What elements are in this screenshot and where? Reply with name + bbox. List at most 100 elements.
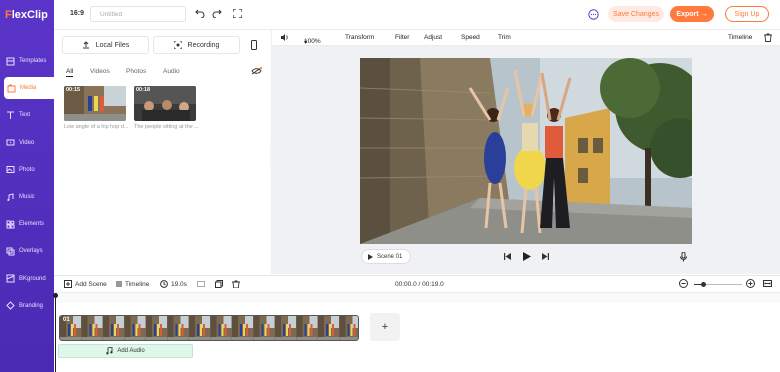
add-clip-button[interactable]: + [370,313,400,341]
sidebar-item-video[interactable]: Video [0,132,54,154]
flexclip-logo[interactable]: FlexClip [5,9,48,21]
sidebar-item-label: Elements [19,221,45,228]
music-icon [6,192,15,202]
video-icon [6,138,15,147]
sidebar-item-templates[interactable]: Templates [0,50,54,72]
sidebar-item-bkground[interactable]: BKground [0,268,54,290]
filmstrip-frame [275,316,296,340]
overlays-icon [6,247,15,256]
play-icon [368,253,373,260]
sidebar-item-photo[interactable]: Photo [0,159,54,181]
video-clip[interactable]: 01 [59,315,359,341]
duplicate-icon[interactable] [215,280,223,288]
export-label: Export [676,10,699,18]
aspect-ratio-button[interactable]: 16:9 [70,10,84,17]
clock-icon [160,280,168,288]
filmstrip-frame [210,316,232,340]
sign-up-button[interactable]: Sign Up [725,6,769,22]
undo-icon[interactable] [195,8,205,18]
sidebar-item-music[interactable]: Music [0,186,54,208]
filmstrip-frame [146,316,167,340]
add-audio-label: Add Audio [117,348,145,354]
zoom-slider-knob[interactable] [701,282,706,287]
tab-audio[interactable]: Audio [163,68,180,75]
microphone-icon[interactable] [680,252,687,262]
fit-timeline-icon[interactable] [763,279,772,288]
filmstrip-frame [339,316,358,340]
media-duration: 00:15 [66,87,81,93]
eye-off-icon[interactable] [251,67,262,75]
split-icon[interactable] [197,280,205,288]
sidebar-item-label: Photo [19,166,35,173]
phone-icon[interactable] [251,40,257,50]
sidebar-item-overlays[interactable]: Overlays [0,240,54,262]
trash-icon[interactable] [764,33,772,42]
media-panel: Local Files Recording All Videos Photos Aud… [54,30,278,274]
upload-icon [82,41,90,49]
sidebar-item-label: Branding [19,302,44,309]
filmstrip-frame [253,316,275,340]
sidebar-item-elements[interactable]: Elements [0,213,54,235]
sidebar-item-media[interactable]: Media [4,77,54,100]
preview-canvas: Scene 01 [272,46,780,274]
clip-number: 01 [63,317,70,323]
timeline-toggle-button[interactable]: Timeline [728,34,752,41]
playhead-handle[interactable] [53,293,58,298]
media-thumbnail[interactable]: 00:18 [134,86,196,121]
add-scene-icon[interactable] [64,280,72,288]
chat-icon[interactable] [588,9,599,20]
timeline-icon [115,280,123,288]
timeline-ruler [54,293,780,303]
arrow-right-icon: → [700,10,708,18]
timeline-button[interactable]: Timeline [125,281,149,288]
zoom-out-icon[interactable] [679,279,688,288]
delete-icon[interactable] [232,280,240,288]
redo-icon[interactable] [212,8,222,18]
chevron-down-icon: ▾ [304,39,308,46]
adjust-button[interactable]: Adjust [424,34,442,41]
scene-selector[interactable]: Scene 01 [361,249,411,264]
sidebar-item-branding[interactable]: Branding [0,295,54,317]
video-frame[interactable] [360,58,692,244]
export-button[interactable]: Export → [670,6,714,22]
recording-button[interactable]: Recording [153,36,240,54]
add-scene-button[interactable]: Add Scene [75,281,107,288]
clip-filmstrip [60,316,358,340]
volume-icon[interactable] [280,33,289,42]
top-bar: 16:9 Untitled Save Changes Export → Sign … [54,0,780,30]
filter-button[interactable]: Filter [395,34,409,41]
media-caption: Low angle of a hip hop d... [64,124,129,130]
previous-icon[interactable] [504,253,511,260]
title-field[interactable]: Untitled [90,6,186,22]
title-placeholder: Untitled [100,11,123,18]
play-button[interactable] [523,252,531,261]
filmstrip-frame [232,316,253,340]
sidebar-item-label: Text [19,112,31,119]
duration-value: 19.0s [171,281,187,288]
sidebar-item-label: Media [20,85,37,92]
sidebar-item-text[interactable]: Text [0,104,54,126]
fullscreen-icon[interactable] [233,9,242,18]
tab-photos[interactable]: Photos [126,68,146,75]
elements-icon [6,220,15,229]
speed-button[interactable]: Speed [461,34,480,41]
playhead[interactable] [55,293,56,372]
zoom-in-icon[interactable] [746,279,755,288]
transform-button[interactable]: Transform [345,34,374,41]
tab-all[interactable]: All [66,68,74,77]
recording-label: Recording [187,41,220,49]
filmstrip-frame [124,316,146,340]
music-note-icon [106,347,113,355]
media-icon [7,84,16,93]
next-icon[interactable] [542,253,549,260]
filmstrip-frame [167,316,189,340]
add-audio-button[interactable]: Add Audio [58,344,193,358]
save-changes-button[interactable]: Save Changes [608,6,664,22]
media-thumbnail[interactable]: 00:15 [64,86,126,121]
sidebar-item-label: Music [19,194,35,200]
bkground-icon [6,274,15,283]
trim-button[interactable]: Trim [498,34,511,41]
local-files-button[interactable]: Local Files [62,36,149,54]
filmstrip-frame [296,316,318,340]
tab-videos[interactable]: Videos [90,68,110,75]
